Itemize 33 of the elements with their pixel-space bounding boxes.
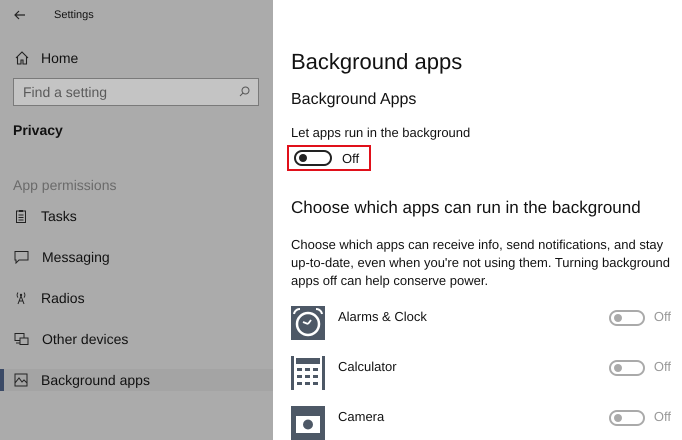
home-icon [15,51,29,65]
sidebar-item[interactable]: Background apps [0,369,273,391]
antenna-icon [14,291,28,305]
chat-bubble-icon [14,250,29,264]
group-heading: App permissions [13,177,116,193]
toggle-state: Off [654,409,671,424]
window-title: Settings [54,9,94,21]
home-link[interactable]: Home [15,47,78,69]
section-heading: Background Apps [291,91,416,109]
picture-frame-icon [14,373,28,387]
section-heading: Choose which apps can run in the background [291,198,641,218]
calculator-icon [291,356,325,390]
devices-icon [14,332,29,346]
toggle-state: Off [654,309,671,324]
page-title: Background apps [291,49,462,75]
clipboard-icon [14,209,28,223]
toggle-state: Off [654,359,671,374]
app-name: Camera [338,409,386,424]
setting-label: Let apps run in the background [291,125,470,140]
section-heading: Privacy [13,122,63,138]
alarm-clock-icon [291,306,325,340]
sidebar-item[interactable]: Tasks [0,205,273,227]
toggle-state: Off [342,150,360,166]
toggle-switch[interactable] [294,150,332,166]
app-name: Alarms & Clock [338,309,428,324]
description-text: Choose which apps can receive info, send notifications, and stay up-to-date, even when you're not using them. Turning background apps off can help conserve power. [291,236,671,290]
app-name: Calculator [338,359,398,374]
sidebar-item[interactable]: Other devices [0,328,273,350]
sidebar-item[interactable]: Radios [0,287,273,309]
search-field[interactable]: Find a setting [13,78,259,106]
sidebar-item[interactable]: Messaging [0,246,273,268]
search-icon [239,86,250,97]
back-arrow-icon[interactable] [14,10,26,20]
